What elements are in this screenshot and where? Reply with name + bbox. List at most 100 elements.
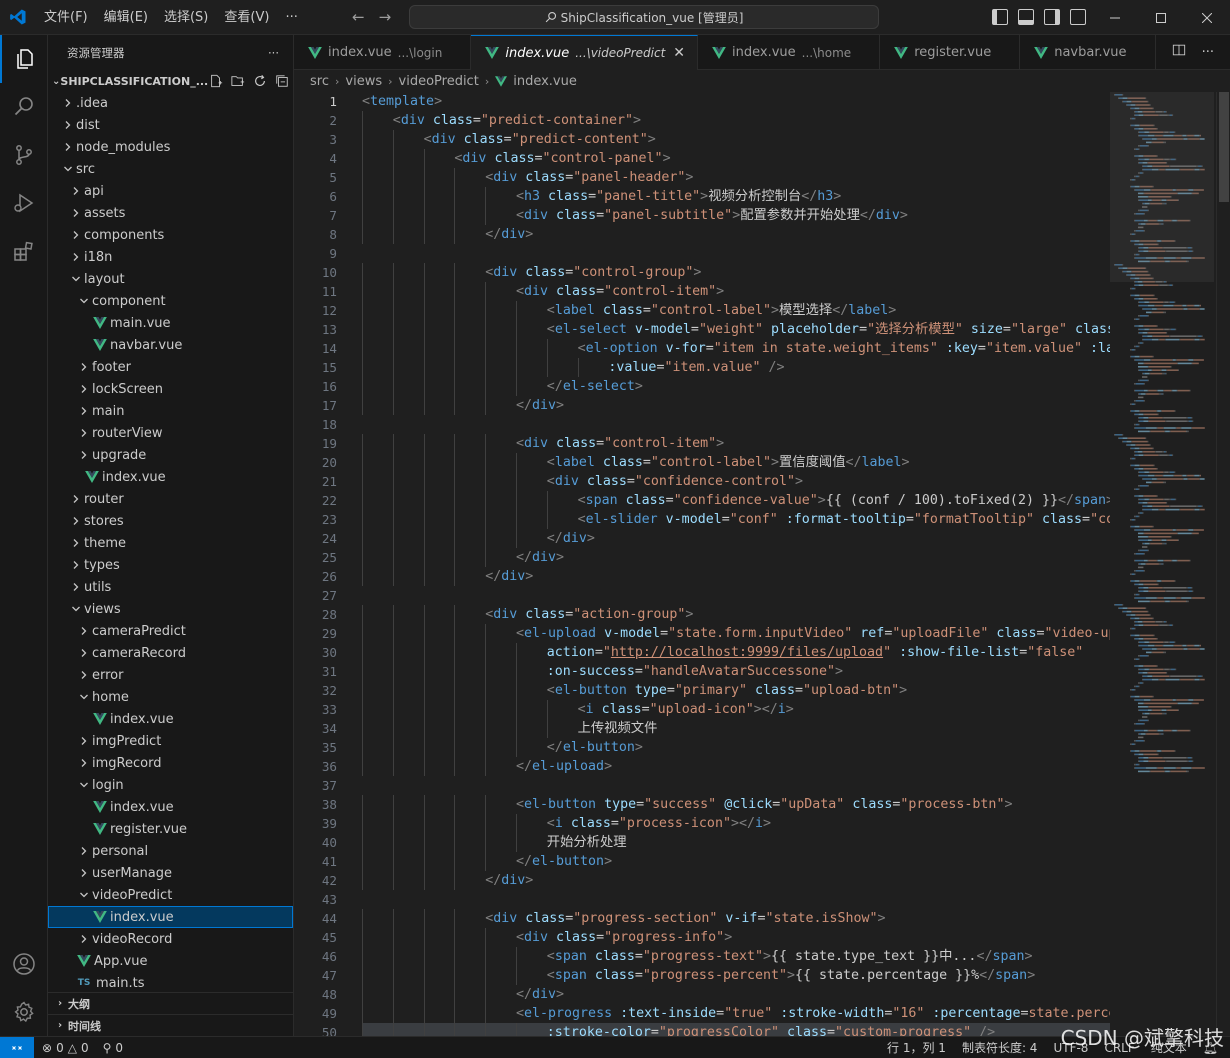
tree-folder[interactable]: types <box>48 554 293 576</box>
editor-tab[interactable]: index.vue ...\login <box>294 35 472 70</box>
tree-folder[interactable]: upgrade <box>48 444 293 466</box>
code-line[interactable]: </el-upload> <box>362 757 1110 776</box>
vertical-scrollbar[interactable] <box>1216 92 1230 1036</box>
tree-folder[interactable]: login <box>48 774 293 796</box>
toggle-panel-icon[interactable] <box>1018 9 1034 25</box>
tree-folder[interactable]: src <box>48 158 293 180</box>
menu-selection[interactable]: 选择(S) <box>156 0 216 35</box>
code-line[interactable]: </div> <box>362 567 1110 586</box>
breadcrumb-file[interactable]: index.vue <box>513 74 577 89</box>
tree-folder[interactable]: stores <box>48 510 293 532</box>
code-line[interactable] <box>362 244 1110 263</box>
code-line[interactable]: <el-progress :text-inside="true" :stroke… <box>362 1004 1110 1023</box>
code-line[interactable]: <div class="progress-section" v-if="stat… <box>362 909 1110 928</box>
toggle-sidebar-icon[interactable] <box>992 9 1008 25</box>
tree-folder[interactable]: personal <box>48 840 293 862</box>
code-line[interactable]: <el-option v-for="item in state.weight_i… <box>362 339 1110 358</box>
tree-folder[interactable]: cameraPredict <box>48 620 293 642</box>
run-debug-icon[interactable] <box>0 179 48 227</box>
tree-file[interactable]: index.vue <box>48 906 293 928</box>
outline-section[interactable]: › 大纲 <box>48 992 293 1014</box>
new-file-icon[interactable] <box>208 73 224 89</box>
tree-folder[interactable]: cameraRecord <box>48 642 293 664</box>
code-line[interactable] <box>362 776 1110 795</box>
tree-folder[interactable]: routerView <box>48 422 293 444</box>
tree-folder[interactable]: videoRecord <box>48 928 293 950</box>
code-line[interactable]: <el-slider v-model="conf" :format-toolti… <box>362 510 1110 529</box>
editor-tab[interactable]: index.vue ...\home <box>698 35 881 70</box>
code-line[interactable] <box>362 890 1110 909</box>
tree-file[interactable]: main.vue <box>48 312 293 334</box>
tree-folder[interactable]: .idea <box>48 92 293 114</box>
code-line[interactable]: <span class="progress-text">{{ state.typ… <box>362 947 1110 966</box>
code-line[interactable]: </div> <box>362 396 1110 415</box>
tree-folder[interactable]: layout <box>48 268 293 290</box>
code-line[interactable]: <div class="panel-header"> <box>362 168 1110 187</box>
more-actions-icon[interactable]: ··· <box>1202 45 1214 60</box>
problems-indicator[interactable]: ⊗ 0 △ 0 <box>42 1041 89 1055</box>
search-icon[interactable] <box>0 83 48 131</box>
code-line[interactable]: </div> <box>362 985 1110 1004</box>
code-line[interactable]: <div class="control-group"> <box>362 263 1110 282</box>
tree-folder[interactable]: api <box>48 180 293 202</box>
code-line[interactable]: :stroke-color="progressColor" class="cus… <box>362 1023 1110 1036</box>
code-line[interactable]: <div class="control-item"> <box>362 434 1110 453</box>
tree-folder[interactable]: utils <box>48 576 293 598</box>
scrollbar-thumb[interactable] <box>1219 92 1229 202</box>
tree-folder[interactable]: component <box>48 290 293 312</box>
timeline-section[interactable]: › 时间线 <box>48 1014 293 1036</box>
code-lines[interactable]: <template> <div class="predict-container"… <box>362 92 1110 1036</box>
code-line[interactable]: <div class="control-item"> <box>362 282 1110 301</box>
tree-folder[interactable]: imgRecord <box>48 752 293 774</box>
tree-folder[interactable]: i18n <box>48 246 293 268</box>
code-line[interactable]: :value="item.value" /> <box>362 358 1110 377</box>
workspace-root[interactable]: ⌄ SHIPCLASSIFICATION_... <box>48 70 293 92</box>
tree-file[interactable]: index.vue <box>48 466 293 488</box>
breadcrumb-src[interactable]: src <box>310 74 329 89</box>
code-line[interactable]: <div class="predict-container"> <box>362 111 1110 130</box>
code-line[interactable]: <div class="progress-info"> <box>362 928 1110 947</box>
code-line[interactable]: </el-button> <box>362 852 1110 871</box>
code-line[interactable]: <h3 class="panel-title">视频分析控制台</h3> <box>362 187 1110 206</box>
tree-folder[interactable]: node_modules <box>48 136 293 158</box>
minimap-slider[interactable] <box>1110 92 1214 282</box>
code-line[interactable]: 开始分析处理 <box>362 833 1110 852</box>
tree-file[interactable]: register.vue <box>48 818 293 840</box>
tree-folder[interactable]: components <box>48 224 293 246</box>
code-line[interactable]: <el-button type="primary" class="upload-… <box>362 681 1110 700</box>
code-line[interactable]: <template> <box>362 92 1110 111</box>
code-line[interactable]: <i class="process-icon"></i> <box>362 814 1110 833</box>
tree-folder[interactable]: router <box>48 488 293 510</box>
code-line[interactable]: <el-button type="success" @click="upData… <box>362 795 1110 814</box>
minimize-icon[interactable] <box>1092 0 1138 35</box>
code-line[interactable]: 上传视频文件 <box>362 719 1110 738</box>
tree-folder[interactable]: imgPredict <box>48 730 293 752</box>
code-line[interactable]: </div> <box>362 225 1110 244</box>
customize-layout-icon[interactable] <box>1070 9 1086 25</box>
code-line[interactable]: <label class="control-label">模型选择</label… <box>362 301 1110 320</box>
tree-file[interactable]: index.vue <box>48 708 293 730</box>
code-line[interactable]: <div class="action-group"> <box>362 605 1110 624</box>
tree-folder[interactable]: error <box>48 664 293 686</box>
minimap[interactable] <box>1110 92 1214 1036</box>
tree-file[interactable]: navbar.vue <box>48 334 293 356</box>
code-line[interactable]: <el-select v-model="weight" placeholder=… <box>362 320 1110 339</box>
cursor-position[interactable]: 行 1，列 1 <box>887 1039 946 1056</box>
tree-folder[interactable]: lockScreen <box>48 378 293 400</box>
close-tab-icon[interactable]: ✕ <box>673 45 685 61</box>
refresh-icon[interactable] <box>252 73 268 89</box>
code-line[interactable]: <div class="panel-subtitle">配置参数并开始处理</d… <box>362 206 1110 225</box>
breadcrumb-videopredict[interactable]: videoPredict <box>399 74 479 89</box>
collapse-all-icon[interactable] <box>274 73 290 89</box>
code-line[interactable]: </el-button> <box>362 738 1110 757</box>
editor-tab[interactable]: register.vue <box>880 35 1021 70</box>
account-icon[interactable] <box>0 940 48 988</box>
tree-folder[interactable]: main <box>48 400 293 422</box>
tree-folder[interactable]: footer <box>48 356 293 378</box>
tree-folder[interactable]: userManage <box>48 862 293 884</box>
code-line[interactable] <box>362 586 1110 605</box>
close-window-icon[interactable] <box>1184 0 1230 35</box>
code-line[interactable]: <i class="upload-icon"></i> <box>362 700 1110 719</box>
split-editor-icon[interactable] <box>1172 43 1186 61</box>
breadcrumb-views[interactable]: views <box>345 74 382 89</box>
